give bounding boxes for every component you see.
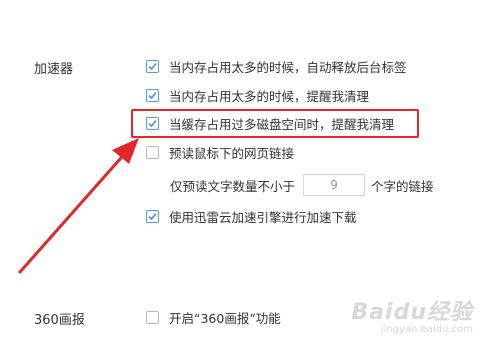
option-enable-360-news[interactable]: 开启“360画报”功能 [146,308,281,326]
option-label: 使用迅雷云加速引擎进行加速下载 [169,209,357,225]
option-label: 开启“360画报”功能 [169,310,281,326]
option-auto-release-tabs[interactable]: 当内存占用太多的时候，自动释放后台标签 [146,57,407,75]
preread-min-chars-input[interactable]: 9 [303,174,366,196]
watermark-url: jingyan.baidu.com [380,324,473,335]
baidu-watermark: Baidu经验 jingyan.baidu.com [351,294,473,335]
option-xunlei-accelerate[interactable]: 使用迅雷云加速引擎进行加速下载 [146,207,357,225]
checkbox-checked-icon[interactable] [146,88,159,102]
news-section-label: 360画报 [34,313,85,328]
preread-prefix: 仅预读文字数量不小于 [170,178,296,194]
preread-setting-row: 仅预读文字数量不小于 9 个字的链接 [170,173,434,197]
checkbox-checked-icon[interactable] [146,209,159,223]
checkbox-checked-icon[interactable] [146,59,159,73]
option-label: 当内存占用太多的时候，提醒我清理 [169,88,370,104]
highlight-box [131,109,419,138]
option-label: 预读鼠标下的网页链接 [169,145,295,161]
checkbox-unchecked-icon[interactable] [146,310,159,324]
option-memory-remind[interactable]: 当内存占用太多的时候，提醒我清理 [146,86,369,104]
option-label: 当内存占用太多的时候，自动释放后台标签 [169,59,407,75]
option-preread-links[interactable]: 预读鼠标下的网页链接 [146,143,294,161]
accelerator-section-label: 加速器 [34,62,74,77]
watermark-logo: Baidu经验 [351,300,473,325]
checkbox-unchecked-icon[interactable] [146,145,159,159]
preread-suffix: 个字的链接 [371,178,434,194]
